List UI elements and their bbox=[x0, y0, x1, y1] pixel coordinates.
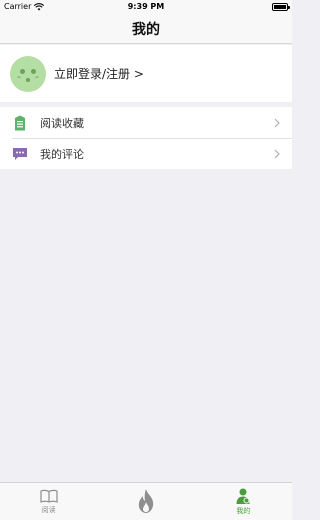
tab-mine[interactable]: 我的 bbox=[195, 483, 292, 520]
status-right bbox=[272, 3, 290, 11]
flame-icon bbox=[138, 488, 154, 513]
tab-read[interactable]: 阅读 bbox=[0, 483, 97, 520]
tab-hot[interactable] bbox=[97, 483, 194, 520]
status-bar: Carrier 9:39 PM bbox=[0, 0, 292, 14]
menu-item-comments[interactable]: 我的评论 bbox=[0, 138, 292, 169]
user-icon bbox=[236, 488, 250, 504]
nav-bar: 我的 bbox=[0, 14, 292, 44]
bookmark-icon bbox=[12, 115, 28, 131]
menu-list: 阅读收藏 我的评论 bbox=[0, 107, 292, 169]
avatar-eye-right bbox=[31, 68, 36, 74]
screen: Carrier 9:39 PM 我的 立即登录/注册 > 阅读收藏 我的评论 阅… bbox=[0, 0, 292, 520]
menu-item-label: 我的评论 bbox=[40, 147, 84, 161]
tab-bar: 阅读 我的 bbox=[0, 482, 292, 520]
battery-fill bbox=[274, 5, 286, 9]
avatar-eye-left bbox=[20, 68, 25, 74]
avatar-cheek-right bbox=[35, 75, 39, 78]
book-icon bbox=[40, 489, 58, 503]
avatar-mouth bbox=[26, 77, 30, 82]
tab-label: 阅读 bbox=[41, 505, 56, 514]
login-row[interactable]: 立即登录/注册 > bbox=[0, 45, 292, 102]
menu-item-favorites[interactable]: 阅读收藏 bbox=[0, 107, 292, 138]
login-register-link[interactable]: 立即登录/注册 > bbox=[54, 65, 144, 82]
status-time: 9:39 PM bbox=[127, 2, 165, 11]
chevron-right-icon bbox=[274, 149, 280, 158]
comment-icon bbox=[12, 146, 28, 162]
tab-label: 我的 bbox=[236, 506, 251, 515]
avatar-cheek-left bbox=[17, 75, 21, 78]
menu-item-label: 阅读收藏 bbox=[40, 116, 84, 130]
avatar[interactable] bbox=[10, 55, 46, 92]
chevron-right-icon bbox=[274, 118, 280, 127]
battery-icon bbox=[272, 3, 290, 11]
page-title: 我的 bbox=[132, 21, 160, 38]
